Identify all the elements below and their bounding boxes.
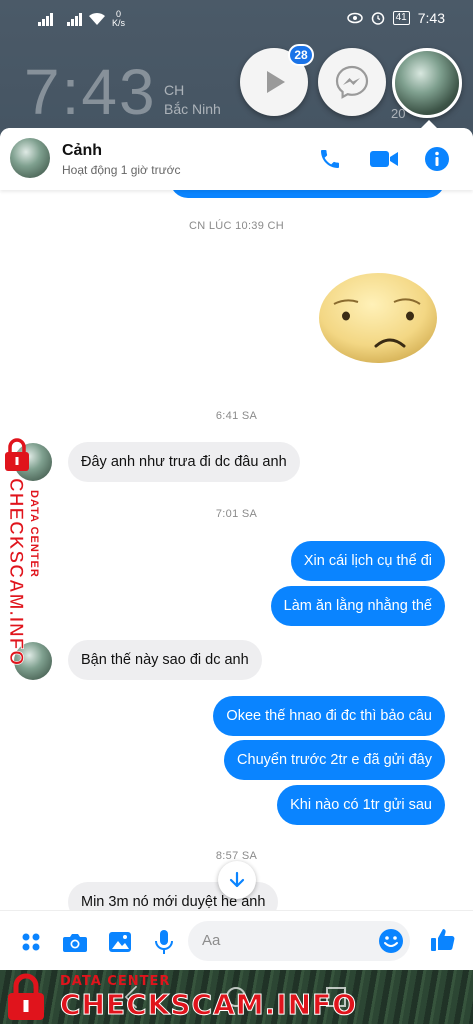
video-call-button[interactable] [369,144,399,174]
notification-badge: 28 [288,44,314,66]
signal-icon [38,12,53,26]
contact-status: Hoạt động 1 giờ trước [62,163,181,177]
outgoing-message[interactable]: Khi nào có 1tr gửi sau [277,785,445,825]
video-camera-icon [370,151,398,167]
battery-indicator: 41 [392,11,410,25]
wifi-icon [89,12,105,25]
arrow-down-icon [229,871,245,888]
incoming-message[interactable]: Đây anh như trưa đi dc đâu anh [68,442,300,482]
messenger-icon [335,65,369,99]
outgoing-message[interactable]: Xin cái lịch cụ thể đi [290,541,445,581]
grid-dots-icon [22,933,40,951]
call-button[interactable] [315,144,345,174]
image-icon [109,932,131,952]
message-input-placeholder: Aa [202,932,221,949]
watermark-vertical-sub: DATA CENTER [28,490,40,578]
play-chat-head[interactable]: 28 [240,44,314,116]
camera-button[interactable] [62,929,88,955]
alarm-icon [371,12,384,25]
contact-name[interactable]: Cảnh [62,142,102,160]
status-bar: 0 K/s 41 7:43 [0,0,473,38]
signal-icon-2 [67,12,82,26]
timestamp: 7:01 SA [215,508,258,520]
eye-icon [346,12,363,24]
message-input[interactable]: Aa [188,921,410,961]
lockscreen-clock: 7:43 [24,56,157,128]
phone-icon [321,150,339,168]
camera-icon [63,934,87,952]
watermark-title: CHECKSCAM.INFO [59,988,358,1022]
status-time: 7:43 [417,10,445,26]
thumbs-up-icon [431,929,455,951]
like-button[interactable] [430,927,456,953]
lockscreen-ampm: CH [164,82,185,98]
lock-icon [8,973,44,1020]
play-icon [267,71,285,93]
chat-header: Cảnh Hoạt động 1 giờ trước [0,128,473,190]
lockscreen-location: Bắc Ninh [164,101,221,117]
timestamp: 6:41 SA [215,410,258,422]
net-speed: 0 K/s [112,9,126,28]
lock-icon [5,438,29,471]
microphone-icon [155,930,173,954]
emoji-icon[interactable] [378,928,404,954]
messenger-chat-head[interactable] [318,48,386,116]
chat-panel: Cảnh Hoạt động 1 giờ trước CN LÚC 10:39 … [0,128,473,970]
scroll-to-bottom-button[interactable] [218,861,256,899]
voice-message-button[interactable] [151,929,177,955]
watermark-subtitle: DATA CENTER [60,974,171,989]
avatar[interactable] [10,138,50,178]
info-button[interactable] [422,144,452,174]
worried-face-sticker[interactable] [318,272,440,364]
message-composer: Aa [0,910,473,970]
watermark-vertical-main: CHECKSCAM.INFO [5,478,27,667]
outgoing-message[interactable]: Làm ăn lằng nhằng thế [270,586,445,626]
outgoing-message[interactable]: Okee thế hnao đi đc thì bảo câu [213,696,445,736]
info-icon [425,147,449,171]
outgoing-message[interactable]: Chuyển trước 2tr e đã gửi đây [224,740,445,780]
gallery-button[interactable] [107,929,133,955]
previous-message-bubble[interactable] [170,190,445,198]
message-list[interactable]: CN LÚC 10:39 CH 6:41 SA Đây anh như trưa… [0,190,473,910]
timestamp: CN LÚC 10:39 CH [189,220,284,232]
incoming-message[interactable]: Bận thế này sao đi dc anh [68,640,262,680]
lockscreen-date-fragment: 20 [391,106,406,121]
more-actions-button[interactable] [18,929,44,955]
